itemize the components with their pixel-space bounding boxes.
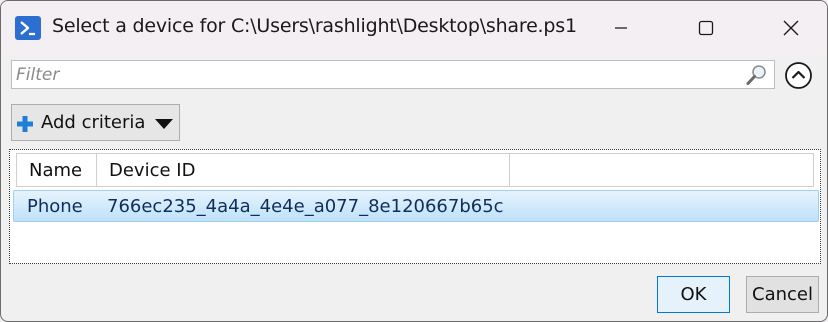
cancel-button[interactable]: Cancel [746, 276, 819, 313]
add-criteria-label: Add criteria [41, 112, 146, 133]
add-criteria-button[interactable]: Add criteria [11, 104, 180, 141]
column-header-empty[interactable] [510, 154, 815, 186]
column-header-name[interactable]: Name [17, 154, 97, 186]
cell-name: Phone [27, 196, 83, 217]
chevron-up-icon[interactable] [784, 61, 813, 90]
powershell-icon [15, 16, 41, 40]
close-icon[interactable] [776, 13, 806, 43]
table-row[interactable]: Phone 766ec235_4a4a_4e4e_a077_8e120667b6… [13, 190, 819, 222]
maximize-icon[interactable] [691, 13, 721, 43]
minimize-icon[interactable] [606, 13, 636, 43]
dropdown-arrow-icon [155, 119, 173, 129]
ok-button[interactable]: OK [657, 276, 730, 313]
window-title: Select a device for C:\Users\rashlight\D… [52, 15, 577, 37]
column-header-device-id[interactable]: Device ID [97, 154, 510, 186]
search-icon[interactable] [745, 64, 769, 86]
plus-icon [17, 116, 33, 132]
filter-input[interactable] [16, 63, 736, 87]
device-select-dialog: Select a device for C:\Users\rashlight\D… [0, 0, 828, 322]
grid-header: Name Device ID [16, 153, 814, 187]
cell-device-id: 766ec235_4a4a_4e4e_a077_8e120667b65c [107, 196, 504, 217]
filter-box [11, 60, 775, 89]
title-bar[interactable]: Select a device for C:\Users\rashlight\D… [1, 1, 827, 55]
device-list[interactable]: Name Device ID Phone 766ec235_4a4a_4e4e_… [9, 149, 821, 264]
